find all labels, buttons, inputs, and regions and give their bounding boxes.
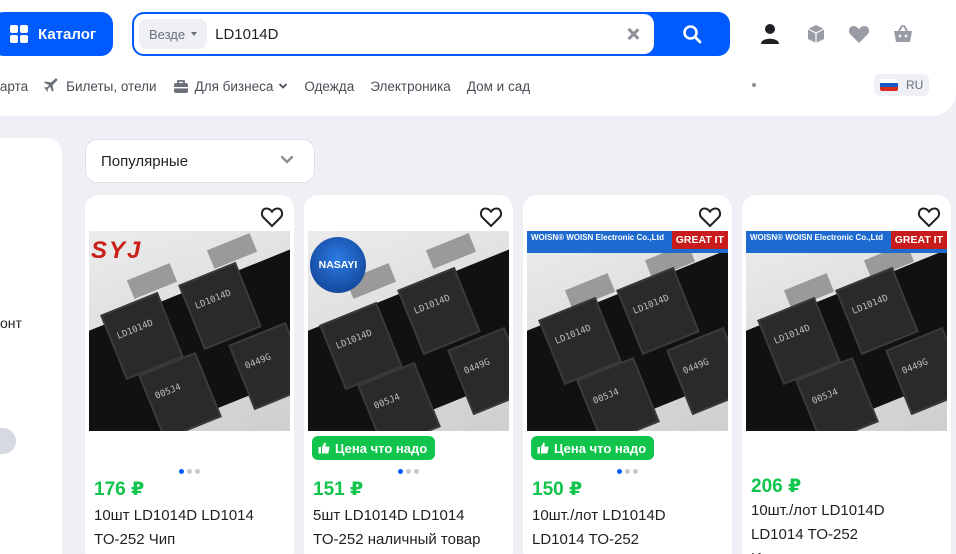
clear-icon[interactable] (626, 27, 640, 41)
caret-down-icon (191, 32, 198, 36)
product-title-line: И (751, 547, 946, 554)
sort-dropdown[interactable]: Популярные (85, 139, 315, 183)
image-pagination (523, 469, 732, 474)
product-title-line: LD1014 TO-252 (751, 526, 859, 543)
nav-item-business[interactable]: Для бизнеса (173, 79, 289, 94)
product-price: 151 ₽ (313, 479, 364, 500)
catalog-button[interactable]: Каталог (0, 12, 113, 56)
nav-item-label: Карта (0, 78, 29, 94)
product-price: 150 ₽ (532, 479, 583, 500)
heart-icon[interactable] (847, 22, 871, 46)
corner-tag: GREAT IT (671, 231, 728, 249)
search-scope-label: Везде (149, 26, 186, 42)
search-icon (683, 25, 702, 44)
product-title-line: LD1014 TO-252 (532, 531, 640, 548)
nav-item-label: Для бизнеса (194, 78, 274, 94)
nav-item-label: Дом и сад (466, 78, 531, 94)
badge-label: Цена что надо (554, 440, 647, 456)
thumbs-up-icon (537, 442, 549, 454)
product-title-line: 5шт LD1014D LD1014 (313, 507, 465, 524)
product-image[interactable]: LD1014D LD1014D 005J4 0449G WOISN® WOISN… (527, 231, 728, 431)
catalog-label: Каталог (38, 25, 97, 43)
nav-item-clothes[interactable]: Одежда (304, 79, 354, 94)
thumbs-up-icon (318, 442, 330, 454)
product-title[interactable]: 10шт./лот LD1014D LD1014 TO-252 И (751, 499, 946, 554)
search-button[interactable] (654, 12, 730, 56)
nav-item-electronics[interactable]: Электроника (370, 79, 451, 94)
search-bar: Везде LD1014D (132, 12, 730, 56)
product-title[interactable]: 10шт./лот LD1014D LD1014 TO-252 (532, 504, 727, 552)
image-pagination (304, 469, 513, 474)
product-image[interactable]: LD1014D LD1014D 005J4 0449G SYJ (89, 231, 290, 431)
chevron-down-icon (279, 83, 288, 89)
image-pagination (85, 469, 294, 474)
product-price: 206 ₽ (751, 476, 802, 497)
product-card[interactable]: LD1014D LD1014D 005J4 0449G SYJ 176 ₽ 10… (85, 195, 294, 554)
product-title-line: 10шт LD1014D LD1014 (94, 507, 254, 524)
price-badge: Цена что надо (312, 436, 436, 460)
filter-label-fragment: онт (0, 315, 22, 331)
product-image[interactable]: LD1014D LD1014D 005J4 0449G NASAYI (308, 231, 509, 431)
russia-flag-icon (880, 79, 898, 91)
header-panel: Каталог Везде LD1014D Карта Билеты, отел… (0, 0, 956, 116)
briefcase-icon (173, 79, 188, 93)
nav-item-map[interactable]: Карта (0, 79, 28, 94)
language-label: RU (906, 78, 924, 92)
search-scope-select[interactable]: Везде (139, 19, 208, 49)
search-input-wrap: Везде LD1014D (134, 14, 654, 54)
product-title-line: 10шт./лот LD1014D (532, 507, 666, 524)
product-title[interactable]: 10шт LD1014D LD1014 TO-252 Чип (94, 504, 289, 552)
user-icon[interactable] (758, 22, 782, 46)
heart-outline-icon[interactable] (260, 205, 284, 229)
corner-tag: GREAT IT (890, 231, 947, 249)
product-card[interactable]: LD1014D LD1014D 005J4 0449G NASAYI Цена … (304, 195, 513, 554)
nav-item-tickets[interactable]: Билеты, отели (44, 78, 157, 94)
filter-toggle[interactable] (0, 428, 16, 454)
grid-icon (10, 25, 28, 43)
product-price: 176 ₽ (94, 479, 145, 500)
nav-item-home-garden[interactable]: Дом и сад (467, 79, 530, 94)
brand-logo: SYJ (91, 237, 143, 264)
heart-outline-icon[interactable] (917, 205, 941, 229)
cart-icon[interactable] (891, 22, 915, 46)
nav-item-label: Электроника (370, 78, 451, 94)
product-title[interactable]: 5шт LD1014D LD1014 TO-252 наличный товар (313, 504, 508, 552)
badge-label: Цена что надо (335, 440, 428, 456)
orders-icon[interactable] (804, 22, 828, 46)
product-card[interactable]: LD1014D LD1014D 005J4 0449G WOISN® WOISN… (523, 195, 732, 554)
nav-item-label: Одежда (304, 78, 355, 94)
sort-selected-label: Популярные (101, 152, 189, 170)
heart-outline-icon[interactable] (479, 205, 503, 229)
filters-sidebar: онт (0, 138, 62, 554)
chevron-down-icon (280, 155, 294, 164)
price-badge: Цена что надо (531, 436, 655, 460)
brand-logo: NASAYI (310, 237, 366, 293)
product-title-line: TO-252 Чип (94, 531, 176, 548)
product-title-line: 10шт./лот LD1014D (751, 502, 885, 519)
heart-outline-icon[interactable] (698, 205, 722, 229)
product-title-line: TO-252 наличный товар (313, 531, 481, 548)
plane-icon (44, 78, 58, 92)
nav-item-label: Билеты, отели (66, 78, 157, 94)
product-image[interactable]: LD1014D LD1014D 005J4 0449G WOISN® WOISN… (746, 231, 947, 431)
product-card[interactable]: LD1014D LD1014D 005J4 0449G WOISN® WOISN… (742, 195, 951, 554)
language-switcher[interactable]: RU (874, 74, 930, 96)
nav-bar: Карта Билеты, отели Для бизнеса Одежда Э… (0, 76, 546, 96)
separator-dot (752, 83, 756, 87)
search-input[interactable]: LD1014D (215, 26, 626, 43)
